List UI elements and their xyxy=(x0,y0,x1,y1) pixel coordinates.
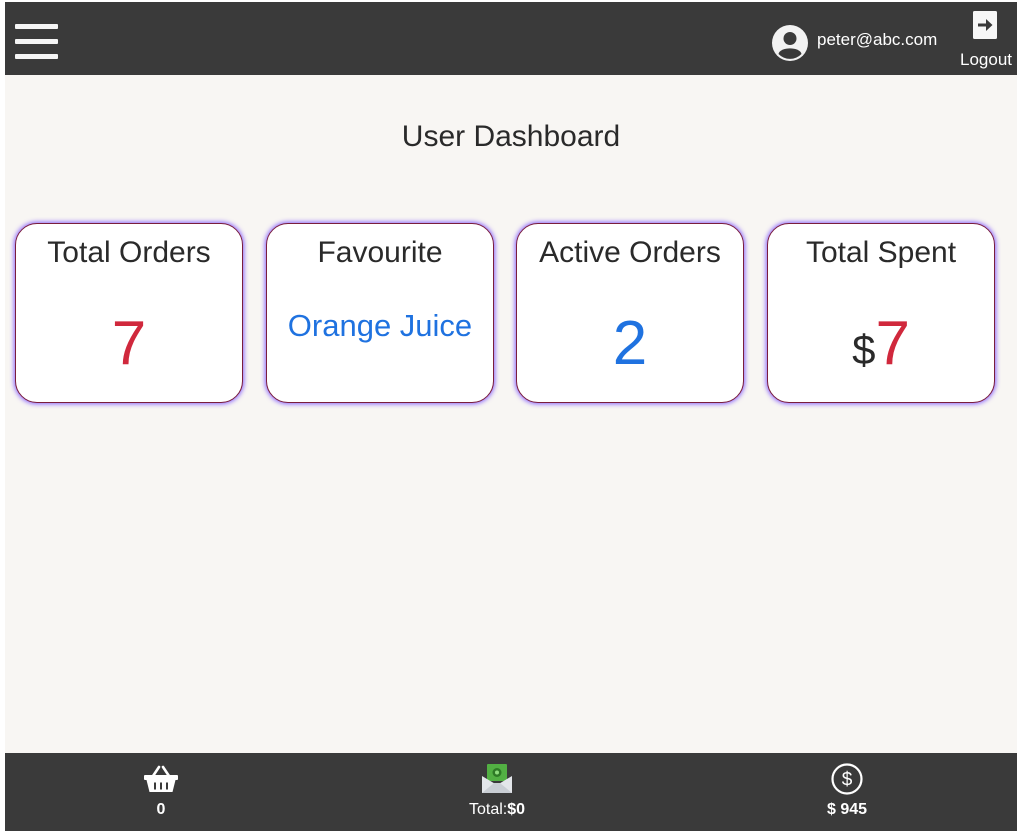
total-spent-title: Total Spent xyxy=(805,236,957,269)
total-spent-currency: $ xyxy=(852,326,876,373)
page-title: User Dashboard xyxy=(401,120,621,153)
favourite-card: Favourite Orange Juice xyxy=(266,223,494,403)
active-orders-value: 2 xyxy=(612,309,648,378)
total-orders-card: Total Orders 7 xyxy=(15,223,243,403)
logout-button[interactable]: Logout xyxy=(955,10,1017,72)
total-amount: Total:$0 xyxy=(468,801,526,818)
active-orders-card: Active Orders 2 xyxy=(516,223,744,403)
logout-label: Logout xyxy=(960,50,1012,69)
user-avatar-icon xyxy=(772,25,808,61)
total-spent-card: Total Spent $7 xyxy=(767,223,995,403)
bottom-bar: 0 Total:$0 $ $ 945 xyxy=(5,753,1017,831)
total-spent-amount: $7 xyxy=(768,309,994,385)
favourite-title: Favourite xyxy=(317,236,443,269)
cart-count: 0 xyxy=(156,801,166,818)
active-orders-title: Active Orders xyxy=(539,236,721,269)
top-navbar: peter@abc.com Logout xyxy=(5,2,1017,75)
total-orders-title: Total Orders xyxy=(47,236,211,269)
app-frame: peter@abc.com Logout User Dashboard Tota… xyxy=(5,2,1017,831)
cart-button[interactable]: 0 xyxy=(101,763,221,825)
user-email: peter@abc.com xyxy=(817,29,938,49)
dollar-circle-icon: $ xyxy=(831,763,863,795)
svg-text:$: $ xyxy=(842,770,853,791)
user-info: peter@abc.com xyxy=(772,24,937,62)
money-envelope-icon xyxy=(482,764,512,793)
balance-amount: $ 945 xyxy=(826,801,868,818)
favourite-value: Orange Juice xyxy=(287,308,473,343)
hamburger-menu-icon[interactable] xyxy=(15,24,58,59)
total-button[interactable]: Total:$0 xyxy=(437,763,557,825)
total-spent-value: 7 xyxy=(875,309,910,378)
total-orders-value: 7 xyxy=(111,309,147,378)
balance-button[interactable]: $ $ 945 xyxy=(787,763,907,825)
basket-icon xyxy=(144,765,178,792)
logout-icon xyxy=(973,11,997,39)
